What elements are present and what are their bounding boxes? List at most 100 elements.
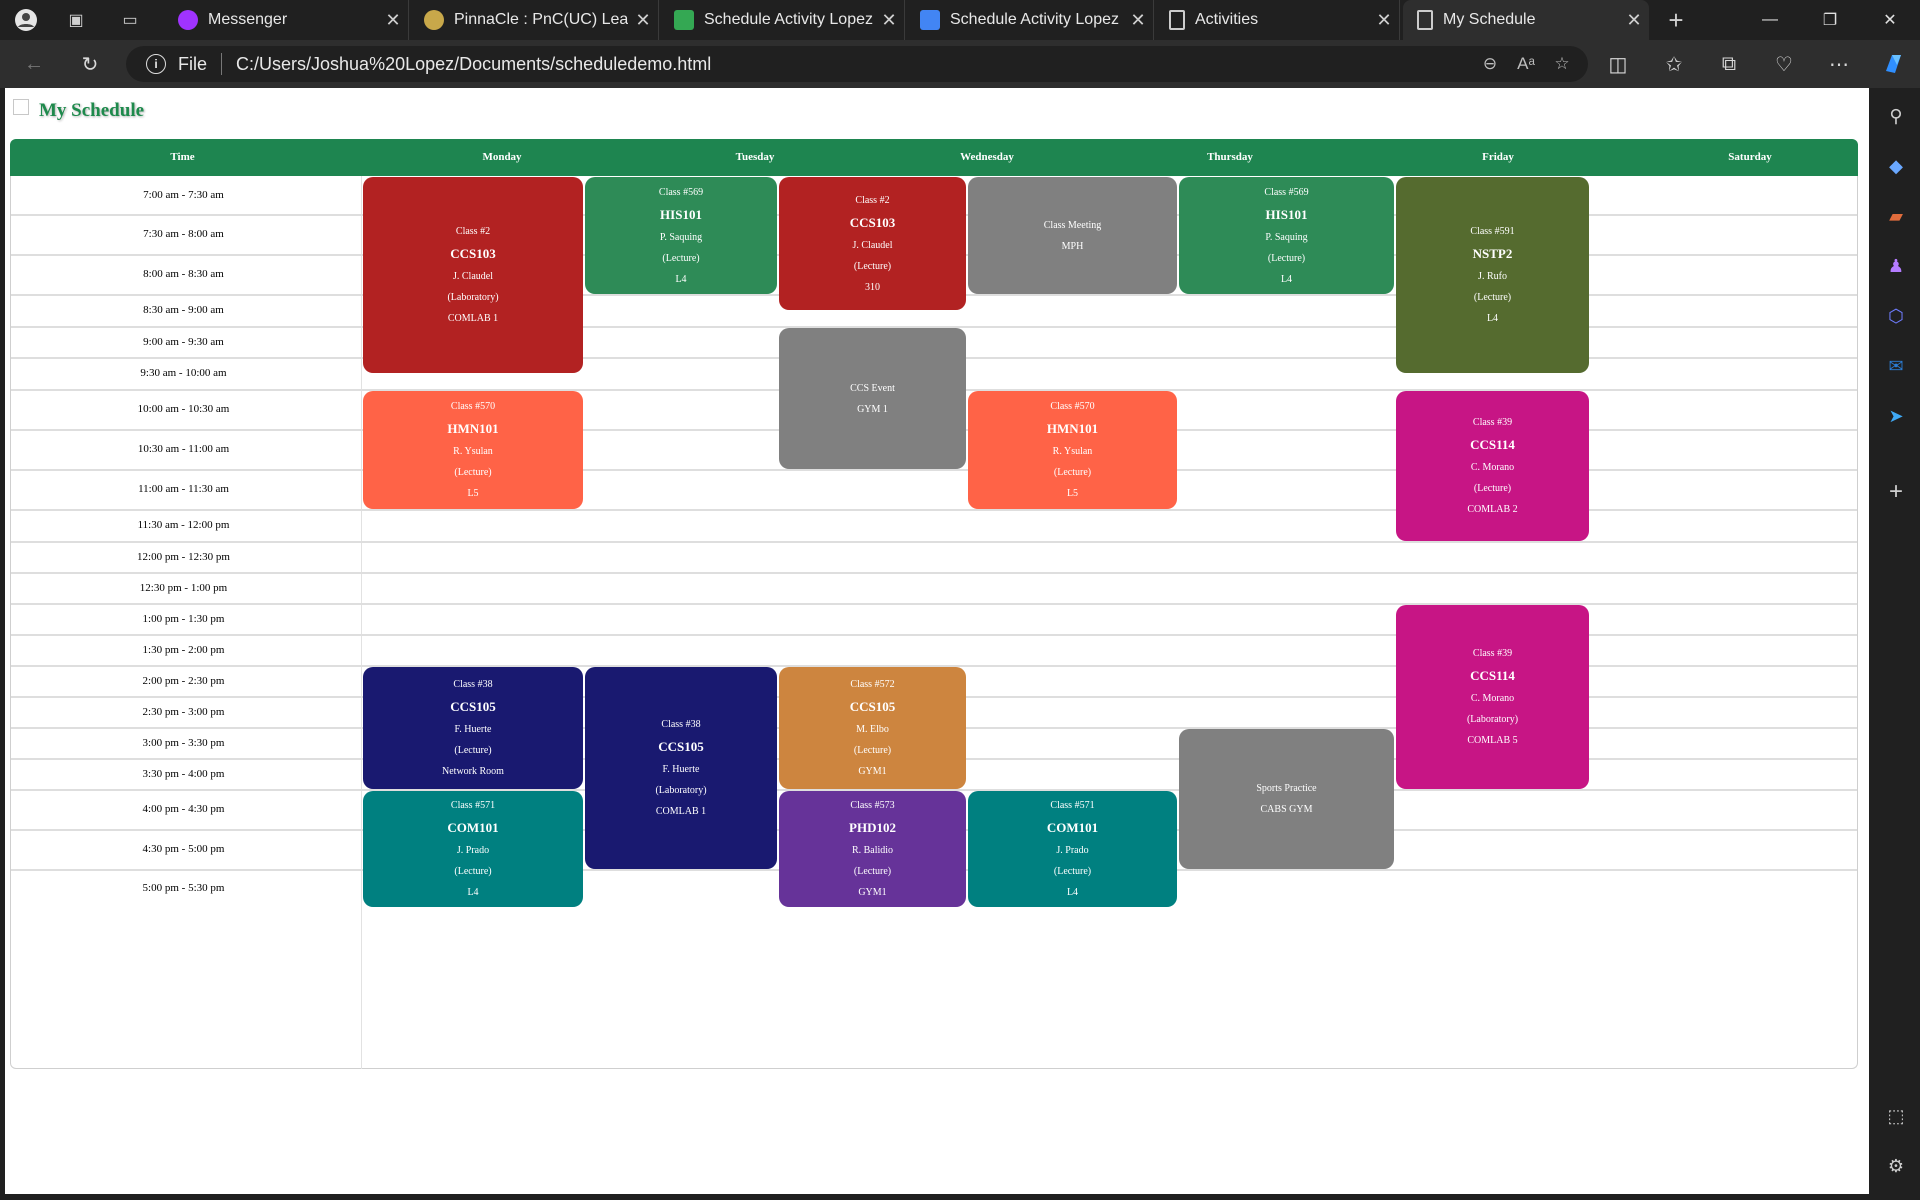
page-icon: [1417, 10, 1433, 30]
minimize-icon[interactable]: —: [1740, 0, 1800, 40]
class-block[interactable]: Class Meeting MPH: [968, 177, 1177, 294]
close-tab-icon[interactable]: ✕: [1369, 10, 1399, 31]
favorites-icon[interactable]: ✩: [1658, 48, 1690, 80]
class-block[interactable]: Class #39 CCS114 C. Morano (Lecture) COMLAB …: [1396, 391, 1589, 541]
schedule-body: 7:00 am - 7:30 am 7:30 am - 8:00 am 8:00 a…: [10, 176, 1858, 1069]
course-code: CCS105: [849, 699, 896, 714]
games-icon[interactable]: ♟: [1882, 252, 1910, 280]
room-name: GYM1: [858, 766, 887, 777]
class-block[interactable]: Class #39 CCS114 C. Morano (Laboratory) COML…: [1396, 605, 1589, 789]
favorite-star-icon[interactable]: ☆: [1544, 54, 1580, 74]
close-tab-icon[interactable]: ✕: [1619, 10, 1649, 31]
browser-essentials-icon[interactable]: ♡: [1768, 48, 1800, 80]
tab-actions-icon[interactable]: ▭: [116, 6, 144, 34]
close-tab-icon[interactable]: ✕: [1123, 10, 1153, 31]
time-slot-label: 9:30 am - 10:00 am: [140, 367, 227, 379]
split-screen-icon[interactable]: ◫: [1602, 48, 1634, 80]
instructor-name: F. Huerte: [454, 724, 492, 735]
new-tab-icon[interactable]: +: [1662, 5, 1690, 35]
class-block[interactable]: Class #38 CCS105 F. Huerte (Laboratory) COML…: [585, 667, 777, 869]
room-name: COMLAB 1: [655, 806, 707, 817]
day-header-monday: Monday: [482, 151, 522, 163]
tab-title: Activities: [1195, 11, 1259, 28]
course-code: HIS101: [1265, 206, 1308, 222]
class-block[interactable]: Class #571 COM101 J. Prado (Lecture) L4: [363, 791, 583, 907]
profile-avatar-icon[interactable]: [12, 6, 40, 34]
class-block[interactable]: Class #2 CCS103 J. Claudel (Laboratory) COML…: [363, 177, 583, 373]
class-block[interactable]: Sports Practice CABS GYM: [1179, 729, 1394, 869]
class-type: (Laboratory): [447, 292, 499, 303]
class-block[interactable]: Class #570 HMN101 R. Ysulan (Lecture) L5: [363, 391, 583, 509]
tab-schedule-drive[interactable]: Schedule Activity Lopez ( ✕: [660, 0, 905, 40]
class-type: (Laboratory): [1466, 714, 1519, 725]
class-block[interactable]: CCS Event GYM 1: [779, 328, 966, 469]
info-icon[interactable]: i: [146, 54, 166, 74]
read-aloud-icon[interactable]: Aᵃ: [1508, 54, 1544, 74]
class-block[interactable]: Class #572 CCS105 M. Elbo (Lecture) GYM1: [779, 667, 966, 789]
address-url[interactable]: C:/Users/Joshua%20Lopez/Documents/schedu…: [236, 54, 1472, 75]
close-tab-icon[interactable]: ✕: [378, 10, 408, 31]
class-block[interactable]: Class #569 HIS101 P. Saquing (Lecture) L4: [585, 177, 777, 294]
drop-icon[interactable]: ➤: [1882, 402, 1910, 430]
back-icon[interactable]: ←: [18, 48, 50, 80]
screenshot-icon[interactable]: ⬚: [1882, 1102, 1910, 1130]
event-name: Sports Practice: [1256, 783, 1317, 794]
tools-icon[interactable]: ▰: [1882, 202, 1910, 230]
workspaces-icon[interactable]: ▣: [62, 6, 90, 34]
row-divider: [11, 541, 1857, 543]
class-block[interactable]: Class #591 NSTP2 J. Rufo (Lecture) L4: [1396, 177, 1589, 373]
more-options-icon[interactable]: ⋯: [1823, 48, 1855, 80]
tab-my-schedule[interactable]: My Schedule ✕: [1403, 0, 1649, 40]
course-code: CCS105: [450, 699, 496, 714]
tab-activities[interactable]: Activities ✕: [1155, 0, 1400, 40]
class-block[interactable]: Class #573 PHD102 R. Balidio (Lecture) GYM1: [779, 791, 966, 907]
collections-icon[interactable]: ⧉: [1713, 48, 1745, 80]
tab-pinnacle[interactable]: PinnaCle : PnC(UC) Learni ✕: [410, 0, 659, 40]
refresh-icon[interactable]: ↻: [74, 48, 106, 80]
broken-image-icon: [13, 99, 29, 115]
time-slot-label: 3:00 pm - 3:30 pm: [142, 736, 225, 749]
class-type: (Lecture): [1053, 467, 1092, 478]
microsoft-365-icon[interactable]: ⬡: [1882, 302, 1910, 330]
google-docs-icon: [920, 10, 940, 30]
schedule-table: Time Monday Tuesday Wednesday Thursday Frida…: [10, 139, 1858, 1069]
room-name: L4: [1486, 313, 1499, 324]
close-window-icon[interactable]: ✕: [1860, 0, 1920, 40]
settings-gear-icon[interactable]: ⚙: [1882, 1152, 1910, 1180]
tab-messenger[interactable]: Messenger ✕: [164, 0, 409, 40]
time-slot-label: 8:00 am - 8:30 am: [143, 268, 224, 280]
add-sidebar-app-icon[interactable]: +: [1882, 478, 1910, 506]
search-icon[interactable]: ⚲: [1882, 102, 1910, 130]
close-tab-icon[interactable]: ✕: [628, 10, 658, 31]
class-block[interactable]: Class #571 COM101 J. Prado (Lecture) L4: [968, 791, 1177, 907]
zoom-out-icon[interactable]: ⊖: [1472, 54, 1508, 74]
class-block[interactable]: Class #2 CCS103 J. Claudel (Lecture) 310: [779, 177, 966, 310]
time-column-divider: [361, 176, 362, 1069]
class-number: Class #39: [1472, 417, 1513, 428]
copilot-icon[interactable]: [1878, 48, 1910, 80]
class-number: Class #39: [1472, 648, 1513, 659]
shopping-tag-icon[interactable]: ◆: [1882, 152, 1910, 180]
course-code: COM101: [1046, 820, 1099, 835]
class-number: Class #570: [450, 401, 496, 412]
address-bar[interactable]: i File C:/Users/Joshua%20Lopez/Documents…: [126, 46, 1588, 82]
time-slot-label: 1:00 pm - 1:30 pm: [142, 612, 225, 625]
address-scheme: File: [178, 53, 208, 74]
room-name: COMLAB 1: [447, 313, 499, 324]
instructor-name: J. Prado: [456, 845, 490, 856]
outlook-icon[interactable]: ✉: [1882, 352, 1910, 380]
tab-title: My Schedule: [1443, 11, 1536, 28]
row-divider: [11, 572, 1857, 574]
class-block[interactable]: Class #38 CCS105 F. Huerte (Lecture) Network…: [363, 667, 583, 789]
class-block[interactable]: Class #570 HMN101 R. Ysulan (Lecture) L5: [968, 391, 1177, 509]
class-number: Class #571: [450, 800, 496, 811]
class-type: (Lecture): [853, 866, 892, 877]
google-drive-icon: [674, 10, 694, 30]
time-slot-label: 10:30 am - 11:00 am: [137, 443, 230, 455]
address-separator: [221, 53, 223, 75]
tab-schedule-docs[interactable]: Schedule Activity Lopez ( ✕: [906, 0, 1154, 40]
restore-icon[interactable]: ❐: [1800, 0, 1860, 40]
class-type: (Lecture): [1267, 252, 1306, 264]
class-block[interactable]: Class #569 HIS101 P. Saquing (Lecture) L4: [1179, 177, 1394, 294]
close-tab-icon[interactable]: ✕: [874, 10, 904, 31]
